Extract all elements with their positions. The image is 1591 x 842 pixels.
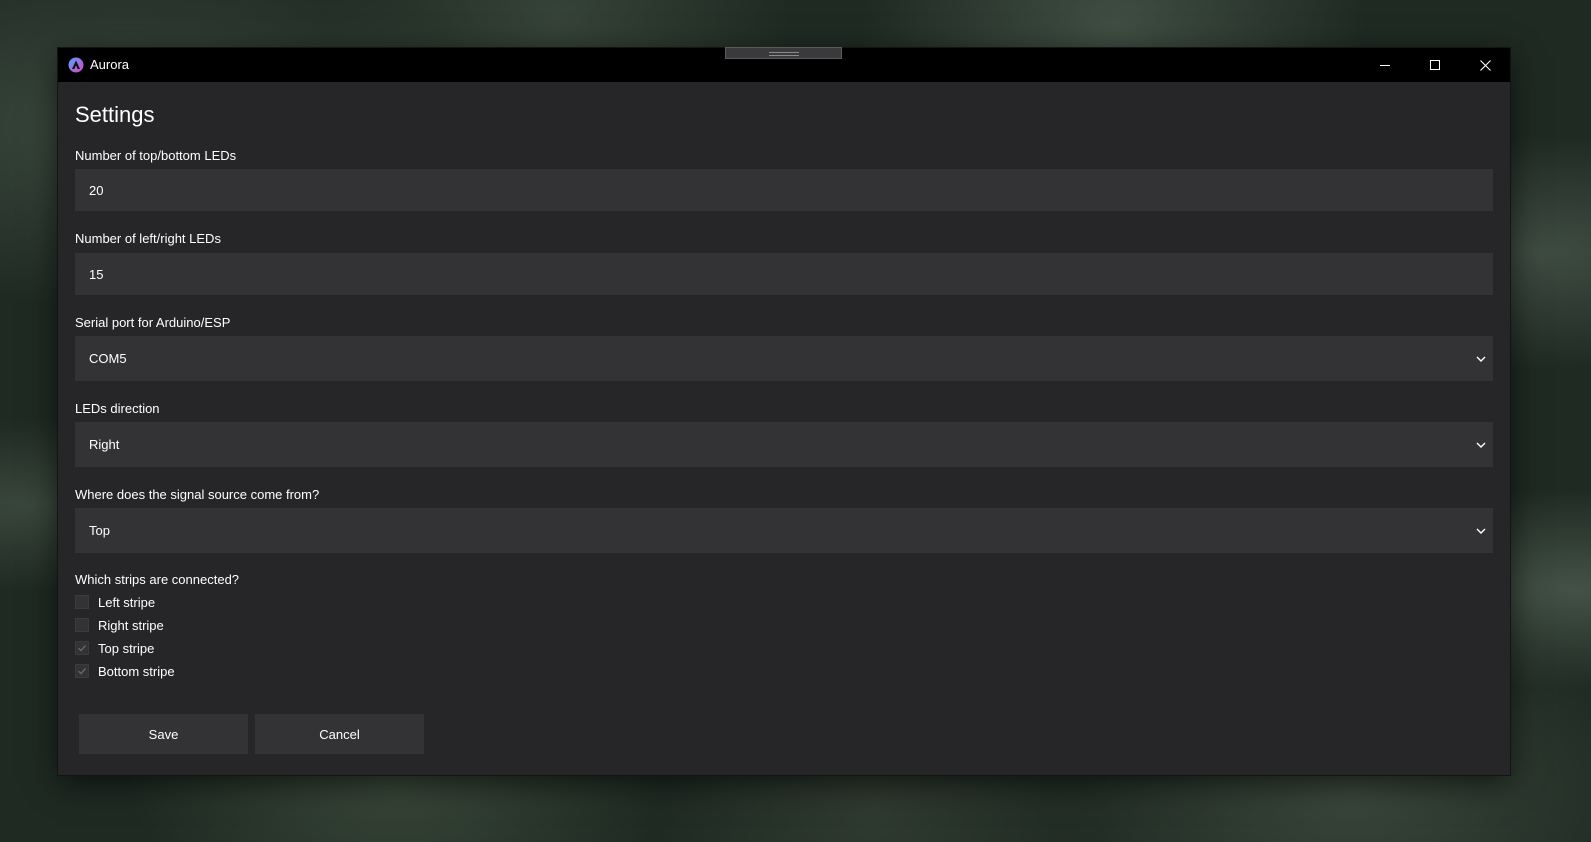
serial-port-select[interactable]: COM5 bbox=[75, 336, 1493, 381]
left-right-leds-input[interactable] bbox=[75, 253, 1493, 295]
settings-form: Settings Number of top/bottom LEDs Numbe… bbox=[75, 82, 1493, 775]
right-stripe-option[interactable]: Right stripe bbox=[75, 616, 164, 634]
top-bottom-leds-input[interactable] bbox=[75, 169, 1493, 211]
signal-source-label: Where does the signal source come from? bbox=[75, 487, 320, 502]
left-stripe-label: Left stripe bbox=[98, 594, 156, 610]
leds-direction-value: Right bbox=[89, 437, 120, 452]
strips-label: Which strips are connected? bbox=[75, 572, 240, 587]
title-bar[interactable]: Aurora bbox=[58, 47, 1510, 82]
left-stripe-checkbox[interactable] bbox=[75, 595, 89, 609]
maximize-icon bbox=[1430, 60, 1440, 70]
left-stripe-option[interactable]: Left stripe bbox=[75, 593, 155, 611]
top-stripe-option[interactable]: Top stripe bbox=[75, 639, 154, 657]
chevron-down-icon bbox=[1476, 528, 1486, 534]
serial-port-value: COM5 bbox=[89, 351, 127, 366]
aurora-app-icon bbox=[68, 57, 84, 73]
app-window: Aurora Settings Number of top/bottom LED… bbox=[58, 47, 1510, 775]
leds-direction-select[interactable]: Right bbox=[75, 422, 1493, 467]
checkmark-icon bbox=[78, 667, 87, 675]
left-right-leds-label: Number of left/right LEDs bbox=[75, 231, 221, 246]
signal-source-select[interactable]: Top bbox=[75, 508, 1493, 553]
maximize-button[interactable] bbox=[1410, 48, 1460, 82]
top-stripe-checkbox[interactable] bbox=[75, 641, 89, 655]
page-title: Settings bbox=[75, 102, 155, 127]
top-stripe-label: Top stripe bbox=[98, 640, 155, 656]
checkmark-icon bbox=[78, 644, 87, 652]
top-bottom-leds-label: Number of top/bottom LEDs bbox=[75, 148, 237, 163]
right-stripe-checkbox[interactable] bbox=[75, 618, 89, 632]
signal-source-value: Top bbox=[89, 523, 110, 538]
bottom-stripe-label: Bottom stripe bbox=[98, 663, 175, 679]
bottom-stripe-option[interactable]: Bottom stripe bbox=[75, 662, 175, 680]
cancel-button[interactable]: Cancel bbox=[255, 714, 424, 754]
drag-handle[interactable] bbox=[725, 47, 842, 59]
window-title: Aurora bbox=[90, 57, 130, 72]
minimize-icon bbox=[1380, 65, 1390, 66]
save-button[interactable]: Save bbox=[79, 714, 248, 754]
chevron-down-icon bbox=[1476, 356, 1486, 362]
right-stripe-label: Right stripe bbox=[98, 617, 164, 633]
serial-port-label: Serial port for Arduino/ESP bbox=[75, 315, 231, 330]
close-icon bbox=[1479, 59, 1491, 71]
bottom-stripe-checkbox[interactable] bbox=[75, 664, 89, 678]
close-button[interactable] bbox=[1460, 48, 1510, 82]
leds-direction-label: LEDs direction bbox=[75, 401, 160, 416]
minimize-button[interactable] bbox=[1360, 48, 1410, 82]
chevron-down-icon bbox=[1476, 442, 1486, 448]
